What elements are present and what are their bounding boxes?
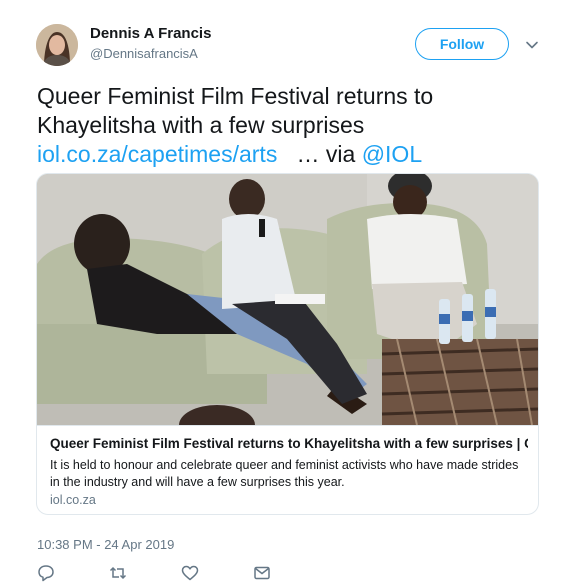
card-description: It is held to honour and celebrate queer… <box>50 458 519 489</box>
author-name[interactable]: Dennis A Francis <box>90 25 211 42</box>
avatar[interactable] <box>36 24 78 66</box>
tweet-via-text: … via <box>296 141 356 167</box>
tweet: Dennis A Francis @DennisafrancisA Follow… <box>0 0 571 587</box>
author-handle[interactable]: @DennisafrancisA <box>90 46 198 61</box>
timestamp[interactable]: 10:38 PM - 24 Apr 2019 <box>37 537 174 552</box>
retweet-icon[interactable] <box>109 564 127 582</box>
tweet-line-1: Queer Feminist Film Festival returns to <box>37 83 434 109</box>
message-icon[interactable] <box>253 564 271 582</box>
tweet-line-3: iol.co.za/capetimes/arts … via @IOL <box>37 140 547 169</box>
tweet-line-2: Khayelitsha with a few surprises <box>37 112 365 138</box>
tweet-link[interactable]: iol.co.za/capetimes/arts <box>37 141 277 167</box>
card-body: Queer Feminist Film Festival returns to … <box>37 425 538 514</box>
card-title[interactable]: Queer Feminist Film Festival returns to … <box>50 436 528 451</box>
card-image[interactable] <box>37 174 538 425</box>
chevron-down-icon[interactable] <box>525 38 539 52</box>
card-domain: iol.co.za <box>50 493 96 507</box>
link-card[interactable]: Queer Feminist Film Festival returns to … <box>36 173 539 515</box>
reply-icon[interactable] <box>37 564 55 582</box>
tweet-text: Queer Feminist Film Festival returns to … <box>37 82 547 169</box>
follow-button[interactable]: Follow <box>415 28 509 60</box>
like-icon[interactable] <box>181 564 199 582</box>
mention-link[interactable]: @IOL <box>362 141 422 167</box>
